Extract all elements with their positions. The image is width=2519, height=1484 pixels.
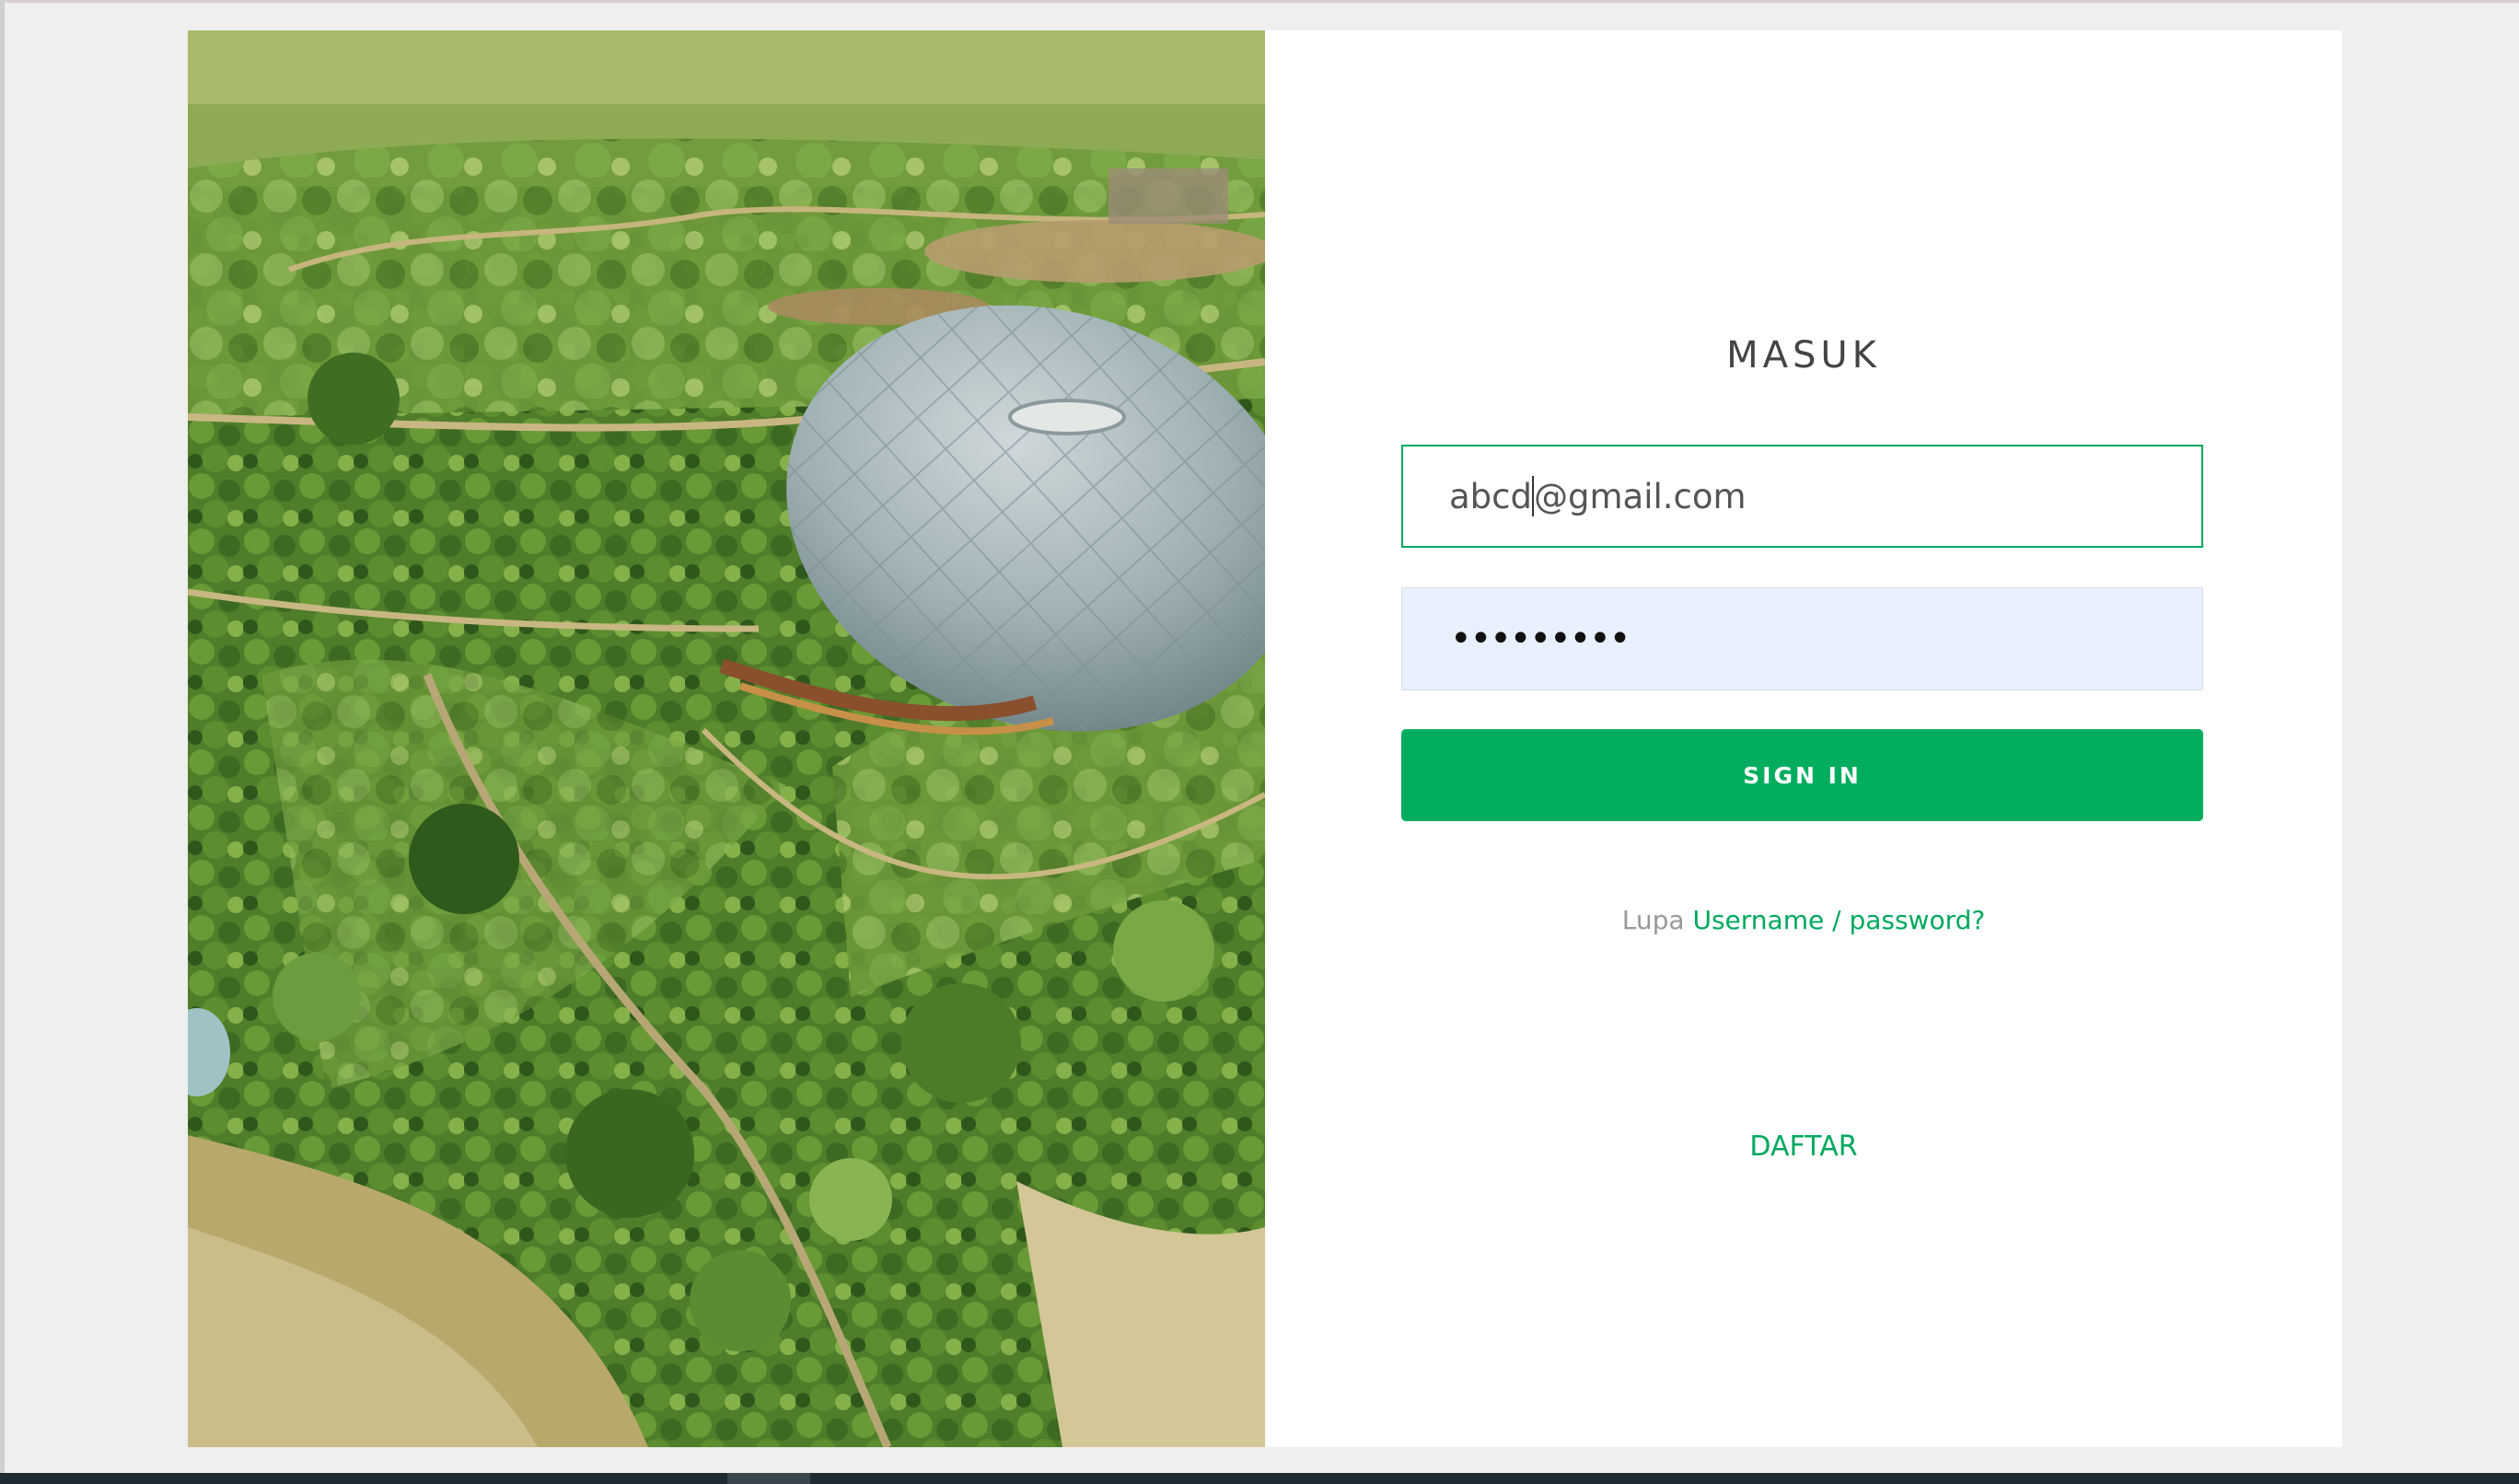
- password-mask: •••••••••: [1450, 618, 1631, 660]
- forgot-password-link[interactable]: Username / password?: [1692, 905, 1985, 935]
- sign-in-button[interactable]: SIGN IN: [1401, 729, 2203, 821]
- taskbar-active-item: [727, 1473, 810, 1484]
- top-rule: [0, 0, 2519, 3]
- aerial-garden-illustration: [188, 30, 1265, 1447]
- password-field[interactable]: •••••••••: [1401, 587, 2203, 690]
- page-title: MASUK: [1726, 334, 1881, 377]
- hero-image: [188, 30, 1265, 1447]
- taskbar: [0, 1473, 2519, 1484]
- login-form: MASUK abcd @gmail.com ••••••••• SIGN IN L…: [1265, 30, 2342, 1447]
- forgot-password-row: Lupa Username / password?: [1265, 905, 2342, 935]
- forgot-prefix: Lupa: [1621, 905, 1685, 935]
- window-edge: [0, 0, 5, 1484]
- email-field[interactable]: abcd @gmail.com: [1401, 445, 2203, 548]
- register-link[interactable]: DAFTAR: [1265, 1130, 2342, 1163]
- login-card: MASUK abcd @gmail.com ••••••••• SIGN IN L…: [188, 30, 2342, 1447]
- email-value-end: @gmail.com: [1534, 476, 1747, 516]
- email-value-start: abcd: [1449, 476, 1532, 516]
